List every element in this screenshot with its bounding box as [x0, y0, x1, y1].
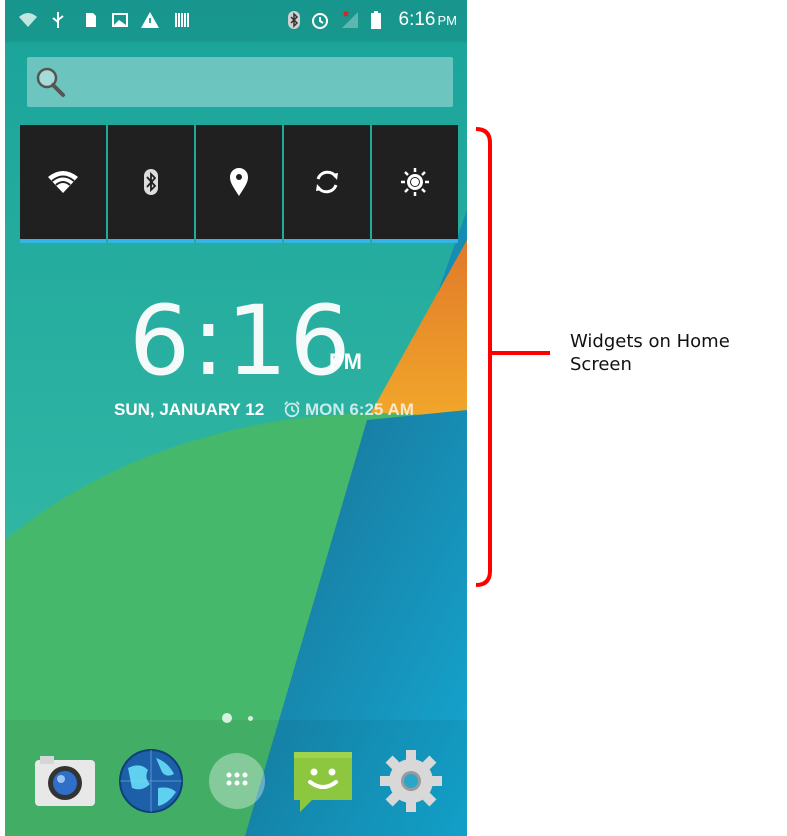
- sync-toggle[interactable]: [284, 125, 370, 243]
- location-toggle[interactable]: [196, 125, 282, 243]
- sim-card-icon: [79, 8, 101, 32]
- bluetooth-icon: [283, 8, 305, 32]
- location-icon: [230, 168, 248, 196]
- wifi-toggle[interactable]: [20, 125, 106, 243]
- gear-icon: [380, 750, 442, 812]
- wifi-question-icon: [17, 8, 39, 32]
- globe-icon: [119, 749, 183, 813]
- page-dot-active: [222, 713, 232, 723]
- status-bar: 6:16 PM: [5, 0, 467, 42]
- wifi-icon: [48, 171, 78, 193]
- next-alarm: MON 6:25 AM: [283, 400, 414, 419]
- search-icon[interactable]: [33, 65, 67, 99]
- messaging-app[interactable]: [290, 748, 356, 814]
- alarm-icon: [284, 401, 300, 418]
- alarm-label: MON 6:25 AM: [304, 400, 414, 419]
- status-time: 6:16 PM: [398, 9, 457, 30]
- camera-icon: [35, 756, 95, 806]
- clock-ampm: PM: [329, 349, 362, 374]
- browser-app[interactable]: [118, 748, 184, 814]
- image-icon: [109, 8, 131, 32]
- warning-icon: [139, 8, 161, 32]
- app-drawer-icon: [209, 753, 265, 809]
- date-alarm-row[interactable]: SUN, JANUARY 12 MON 6:25 AM: [114, 400, 414, 420]
- camera-app[interactable]: [32, 748, 98, 814]
- annotation-line-1: Widgets on Home: [570, 331, 730, 352]
- signal-icon: [339, 8, 361, 32]
- messaging-icon: [294, 752, 352, 812]
- phone-screen: 6:16 PM 6:16 PM SUN, JANUARY 12 MON 6:25…: [5, 0, 467, 836]
- bluetooth-icon: [144, 169, 158, 195]
- clock-time: 6:16: [129, 285, 353, 397]
- sync-icon: [316, 170, 338, 194]
- date-label: SUN, JANUARY 12: [114, 400, 265, 419]
- battery-icon: [365, 8, 387, 32]
- alarm-icon: [309, 8, 331, 32]
- search-bar[interactable]: [27, 57, 453, 107]
- brightness-toggle[interactable]: [372, 125, 458, 243]
- annotation-line-2: Screen: [570, 354, 632, 375]
- power-control-widget: [20, 125, 460, 245]
- app-drawer-button[interactable]: [204, 748, 270, 814]
- usb-icon: [47, 8, 69, 32]
- annotation-label: Widgets on Home Screen: [570, 330, 730, 376]
- bluetooth-toggle[interactable]: [108, 125, 194, 243]
- barcode-icon: [171, 8, 193, 32]
- page-dot: [248, 716, 253, 721]
- annotation-bracket: [475, 127, 504, 587]
- clock-widget[interactable]: 6:16 PM: [129, 285, 362, 397]
- settings-app[interactable]: [378, 748, 444, 814]
- brightness-icon: [401, 168, 429, 196]
- annotation-pointer: [490, 351, 550, 355]
